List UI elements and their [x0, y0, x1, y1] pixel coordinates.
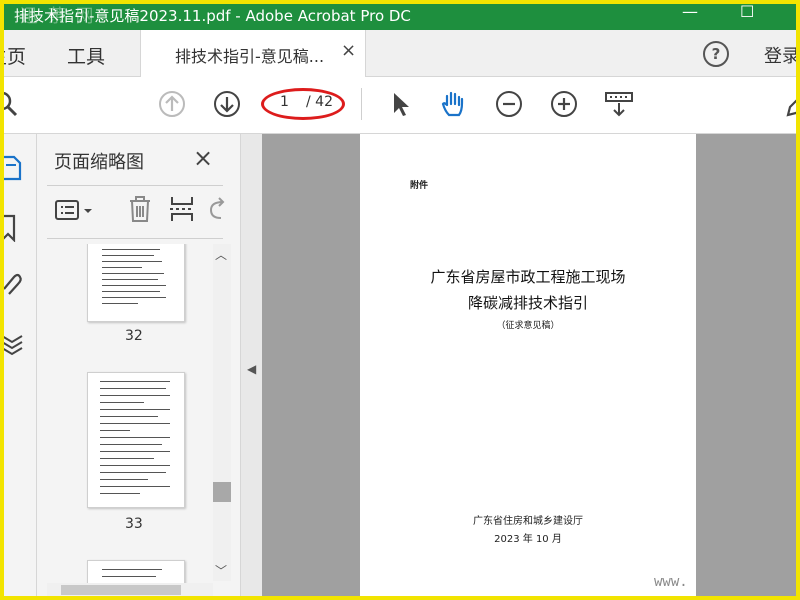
scroll-up-arrow-icon[interactable]: ︿ — [215, 246, 227, 263]
document-page: 附件 广东省房屋市政工程施工现场 降碳减排技术指引 （征求意见稿） 广东省住房和… — [360, 134, 696, 600]
document-title-line2: 降碳减排技术指引 — [467, 294, 588, 312]
thumbnail-page-number: 33 — [125, 516, 143, 532]
page-thumbnail-32[interactable] — [87, 244, 185, 322]
delete-page-icon[interactable] — [125, 194, 155, 224]
thumbnail-options-icon[interactable] — [54, 198, 96, 224]
document-tab-label: 排技术指引-意见稿... — [175, 47, 325, 66]
attachment-label: 附件 — [410, 181, 429, 191]
window-title-bar: 排技术指引-意见稿2023.11.pdf - Adobe Acrobat Pro… — [0, 0, 800, 30]
thumbnail-horizontal-scrollbar[interactable] — [47, 583, 213, 597]
panel-divider — [47, 185, 223, 186]
toolbar — [0, 77, 800, 134]
issue-date: 2023 年 10 月 — [494, 534, 562, 545]
next-page-icon[interactable] — [212, 89, 242, 119]
zoom-in-icon[interactable] — [549, 89, 579, 119]
minimize-button[interactable]: — — [682, 2, 698, 21]
issuer: 广东省住房和城乡建设厅 — [473, 516, 583, 527]
document-title-line1: 广东省房屋市政工程施工现场 — [430, 268, 626, 286]
document-tab[interactable]: 排技术指引-意见稿... × — [140, 30, 366, 77]
thumbnail-page-number: 32 — [125, 328, 143, 344]
menu-bar: 主页 工具 — [0, 30, 800, 77]
page-thumbnail-33[interactable] — [87, 372, 185, 508]
close-panel-button[interactable]: × — [193, 144, 213, 172]
page-thumbnails-icon[interactable] — [0, 154, 26, 182]
left-navigation-rail — [0, 134, 37, 600]
panel-collapse-strip[interactable]: ◀ — [240, 134, 263, 600]
scrollbar-thumb[interactable] — [61, 585, 181, 595]
thumbnail-list: 32 33 — [47, 244, 213, 589]
help-icon[interactable]: ? — [703, 41, 729, 67]
page-thumbnails-panel: 页面缩略图 × 32 33 ︿ ﹀ — [37, 134, 240, 600]
menu-tools[interactable]: 工具 — [67, 42, 105, 69]
close-tab-button[interactable]: × — [341, 40, 356, 61]
select-cursor-icon[interactable] — [386, 89, 416, 119]
maximize-button[interactable]: ☐ — [740, 2, 754, 21]
layers-icon[interactable] — [0, 328, 26, 356]
scrollbar-thumb[interactable] — [213, 482, 231, 502]
attachments-icon[interactable] — [0, 269, 26, 297]
menu-home[interactable]: 主页 — [0, 42, 26, 69]
annotate-pen-icon[interactable] — [784, 89, 800, 119]
panel-title: 页面缩略图 — [54, 152, 144, 173]
previous-page-icon[interactable] — [157, 89, 187, 119]
login-link[interactable]: 登录 — [764, 42, 800, 68]
panel-divider — [47, 238, 223, 239]
collapse-panel-arrow-icon[interactable]: ◀ — [247, 362, 256, 376]
hand-tool-icon[interactable] — [438, 89, 468, 119]
red-circle-annotation — [261, 88, 345, 120]
bookmark-icon[interactable] — [0, 214, 26, 242]
scroll-mode-icon[interactable] — [604, 89, 634, 119]
extract-page-icon[interactable] — [169, 194, 195, 224]
scroll-down-arrow-icon[interactable]: ﹀ — [215, 562, 227, 579]
toolbar-divider — [361, 88, 362, 120]
draft-note: （征求意见稿） — [496, 321, 560, 331]
site-watermark: 迅 荼 网 — [20, 6, 96, 27]
search-icon[interactable] — [0, 89, 22, 119]
thumbnail-vertical-scrollbar[interactable]: ︿ ﹀ — [213, 244, 231, 581]
bottom-watermark: www. — [654, 574, 688, 590]
zoom-out-icon[interactable] — [494, 89, 524, 119]
document-viewport[interactable]: 附件 广东省房屋市政工程施工现场 降碳减排技术指引 （征求意见稿） 广东省住房和… — [262, 134, 800, 600]
rotate-page-icon[interactable] — [207, 196, 227, 222]
